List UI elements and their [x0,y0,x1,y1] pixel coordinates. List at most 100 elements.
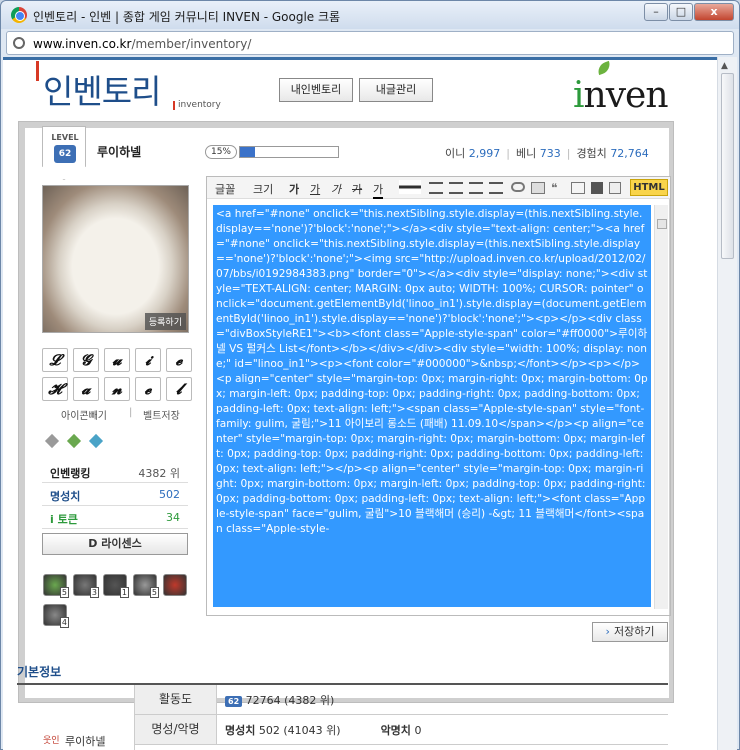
basic-info-name: 루이하넬 [65,735,106,748]
progress-bar [239,146,339,158]
stat-value: 72,764 [610,147,649,160]
url-path: /member/inventory/ [131,37,252,51]
address-bar[interactable]: www.inven.co.kr/member/inventory/ [6,31,734,55]
achievement-badge-icon[interactable]: 5 [43,574,69,598]
stat-separator: | [506,147,510,160]
size-select[interactable]: 크기 [253,181,273,197]
register-photo-button[interactable]: 등록하기 [144,313,186,330]
fame-label: 명성/악명 [135,715,217,744]
table-icon[interactable] [571,182,585,194]
achievement-badge-icon[interactable]: 1 [103,574,129,598]
quote-icon[interactable]: ❝ [551,181,557,195]
page-content: 인벤토리 inventory 내인벤토리 내글관리 inven LEVEL 62… [3,57,717,750]
scroll-up-icon[interactable]: ▲ [721,61,728,71]
rank-table: 인벤랭킹 4382 위 명성치 502 i 토큰 34 [42,460,188,529]
rank-label: i 토큰 [50,513,78,526]
editor-scrollbar[interactable] [654,205,668,609]
level-badge: 62 [54,145,76,163]
title-bar: 인벤토리 - 인벤 | 종합 게임 커뮤니티 INVEN - Google 크롬… [1,1,739,29]
align-center-icon[interactable] [449,182,463,194]
rank-row: i 토큰 34 [42,506,188,529]
font-select[interactable]: 글꼴 [215,181,235,197]
achievement-badge-icon[interactable]: 4 [43,604,69,628]
editor-toolbar: 글꼴 크기 가 가 가 가 가 ❝ HTML [207,177,670,199]
inventory-logo-sub: inventory [173,100,221,110]
stat-label: 경험치 [576,147,607,160]
list-icon[interactable] [489,182,503,194]
letter-icon[interactable]: 𝓖 [73,348,99,372]
remove-icon-link[interactable]: 아이콘빼기 [61,407,107,422]
inventory-panel: LEVEL 62 루이하넬 15% 이니 2,997 | 베니 733 | 경험치 72… [18,121,674,703]
letter-icon[interactable]: 𝓮 [166,348,192,372]
infamy-key: 악명치 [380,724,411,737]
page-icon [13,37,25,49]
italic-button[interactable]: 가 [331,181,341,197]
bold-button[interactable]: 가 [289,181,299,197]
strike-button[interactable]: 가 [352,181,362,197]
green-gem-icon [66,433,82,449]
nickname: 루이하넬 [97,145,142,159]
page-scroll-thumb[interactable] [721,73,734,259]
blue-gem-icon [88,433,104,449]
html-editor: 글꼴 크기 가 가 가 가 가 ❝ HTML <a href="#none" o… [206,176,671,616]
underline-button[interactable]: 가 [310,181,320,197]
progress-percent: 15% [205,145,237,159]
license-button[interactable]: D 라이센스 [42,533,188,555]
background-color-button[interactable] [399,180,421,194]
align-right-icon[interactable] [469,182,483,194]
badge-count: 5 [59,587,69,598]
image-icon[interactable] [531,182,545,194]
activity-label: 활동도 [135,685,217,714]
profile-photo: 등록하기 [42,185,189,333]
inven-brand-logo[interactable]: inven [573,75,669,116]
stat-value: 733 [539,147,561,160]
rank-value: 34 [166,511,180,524]
logo-accent [36,61,39,81]
achievement-badge-icon[interactable] [163,574,187,596]
close-button[interactable]: x [694,3,734,21]
letter-icon[interactable]: 𝓾 [104,348,130,372]
badge-count: 1 [119,587,129,598]
url-text[interactable]: www.inven.co.kr/member/inventory/ [33,37,251,51]
save-button[interactable]: 저장하기 [592,622,668,642]
url-host: www.inven.co.kr [33,37,132,51]
inventory-logo[interactable]: 인벤토리 [43,65,161,113]
rank-label: 명성치 [50,490,81,503]
letter-icon[interactable]: 𝓗 [42,377,68,401]
maximize-button[interactable]: □ [669,3,693,21]
letter-icon[interactable]: 𝓷 [104,377,130,401]
achievement-badge-icon[interactable]: 3 [73,574,99,598]
my-posts-button[interactable]: 내글관리 [359,78,433,102]
stat-label: 이니 [445,147,466,160]
stat-label: 베니 [515,147,537,160]
link-icon[interactable] [511,182,525,192]
badge-count: 3 [89,587,99,598]
achievement-badge-icon[interactable]: 5 [133,574,159,598]
save-icon[interactable] [591,182,603,194]
letter-icon[interactable]: 𝓲 [135,348,161,372]
my-inventory-button[interactable]: 내인벤토리 [279,78,353,102]
window-title: 인벤토리 - 인벤 | 종합 게임 커뮤니티 INVEN - Google 크롬 [33,10,341,24]
level-label: LEVEL [51,133,79,142]
letter-icon[interactable]: 𝓛 [42,348,68,372]
editor-scroll-thumb[interactable] [657,219,667,229]
html-mode-button[interactable]: HTML [630,179,668,196]
inven-brand-i: i [573,75,584,116]
text-color-button[interactable]: 가 [373,181,384,199]
html-source-textarea[interactable]: <a href="#none" onclick="this.nextSiblin… [213,205,651,607]
infamy-text: 0 [414,724,422,737]
save-belt-link[interactable]: 벨트저장 [143,407,180,422]
page-scrollbar[interactable]: ▲ [717,57,737,750]
minimize-button[interactable]: – [644,3,668,21]
inventory-panel-inner: LEVEL 62 루이하넬 15% 이니 2,997 | 베니 733 | 경험치 72… [25,126,671,698]
inven-brand-text: nven [583,75,669,116]
activity-level-badge: 62 [225,696,243,707]
letter-icon[interactable]: 𝓵 [166,377,192,401]
align-left-icon[interactable] [429,182,443,194]
letter-icon[interactable]: 𝓮 [135,377,161,401]
letter-icon[interactable]: 𝓪 [73,377,99,401]
gray-gem-icon [44,433,60,449]
link-separator: | [129,407,133,418]
fame-row: 명성/악명 명성치 502 (41043 위) 악명치 0 [135,715,668,745]
preview-icon[interactable] [609,182,621,194]
